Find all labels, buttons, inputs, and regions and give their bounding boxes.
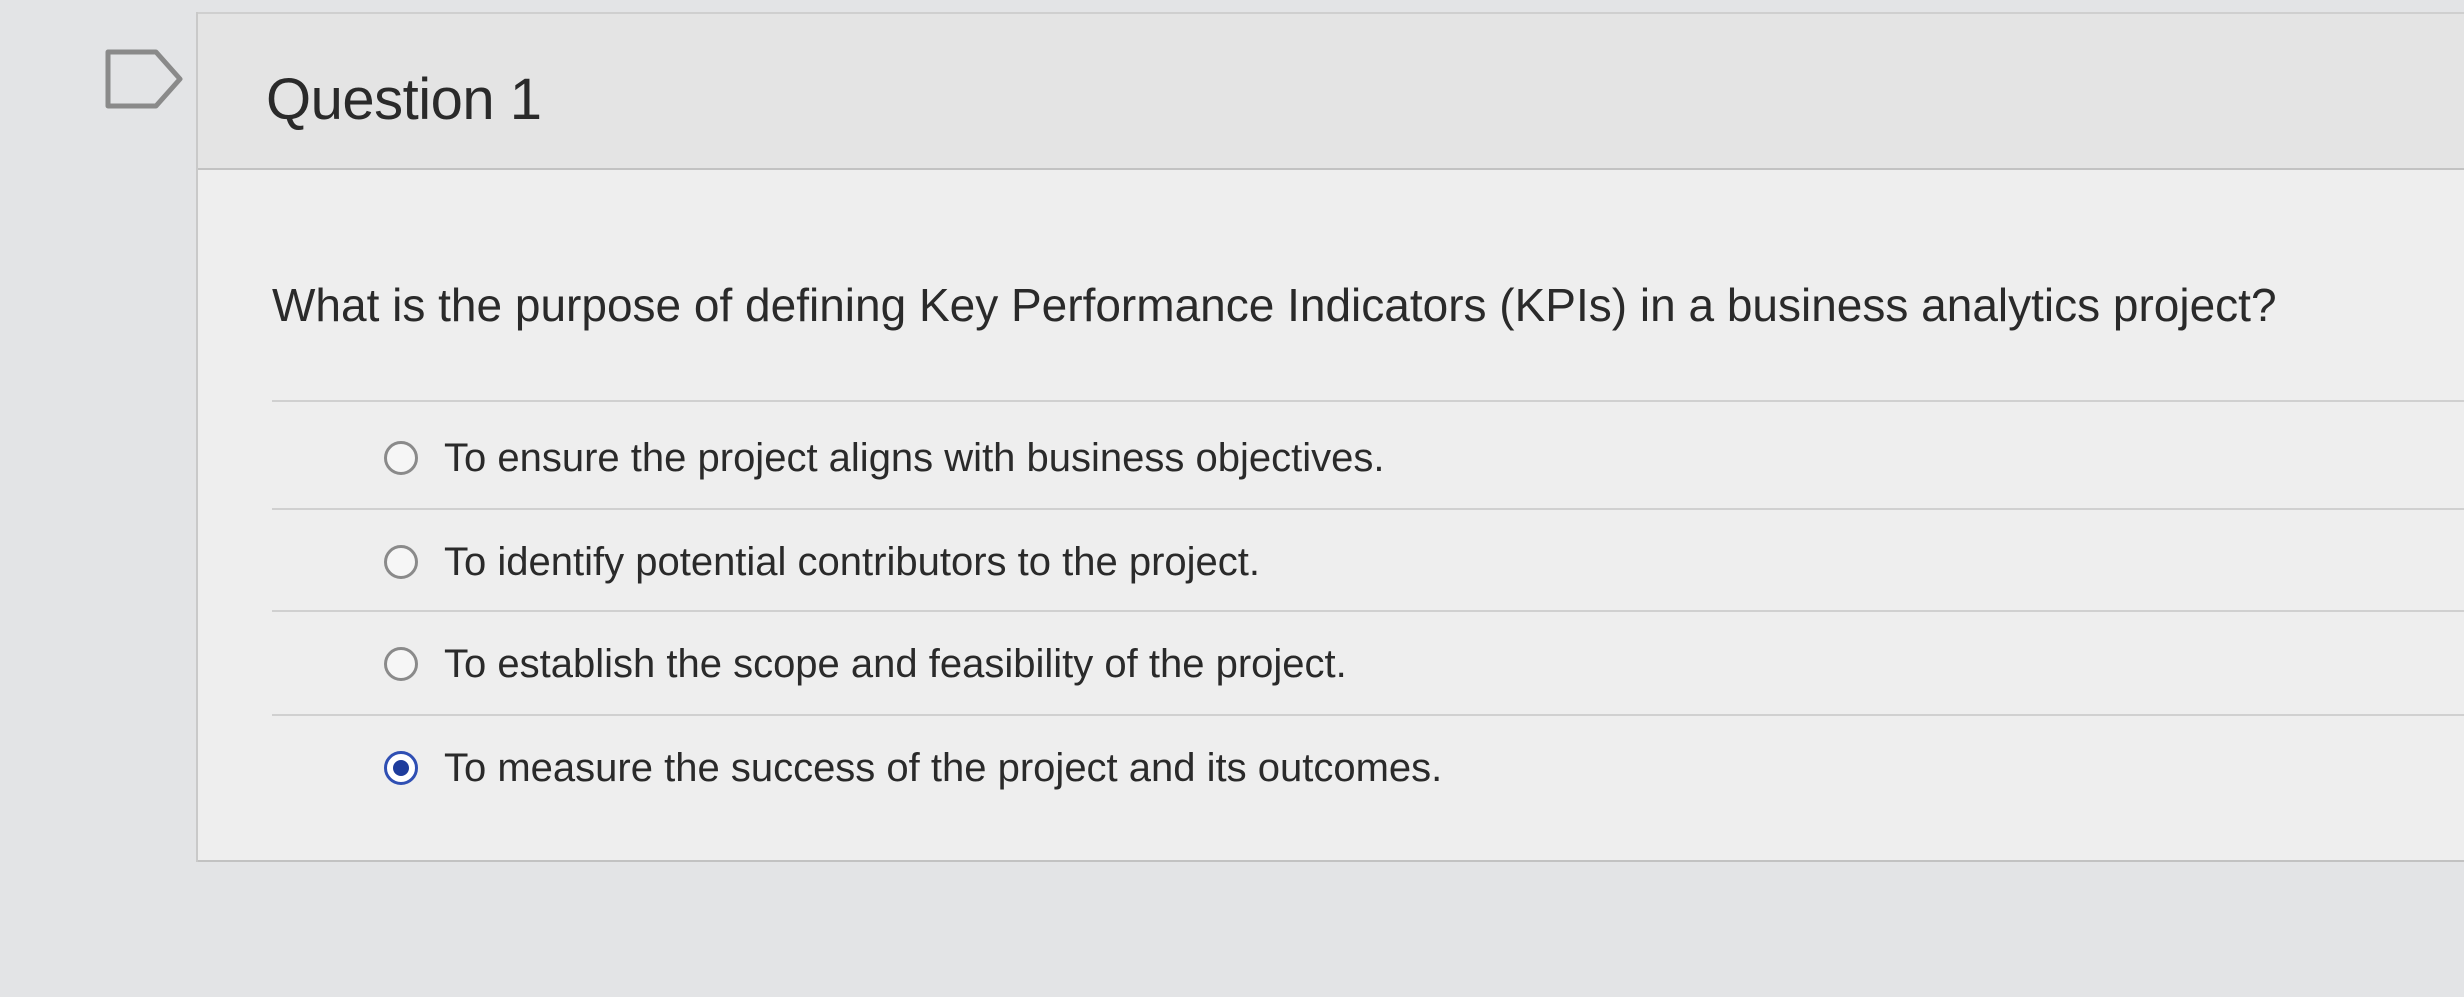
- question-header: Question 1: [198, 12, 2464, 170]
- radio-button[interactable]: [384, 441, 418, 475]
- divider: [272, 610, 2464, 612]
- answer-option-4[interactable]: To measure the success of the project an…: [272, 728, 2372, 808]
- answer-label: To ensure the project aligns with busine…: [444, 435, 1385, 480]
- divider: [272, 508, 2464, 510]
- answer-label: To establish the scope and feasibility o…: [444, 641, 1347, 686]
- answer-label: To identify potential contributors to th…: [444, 539, 1261, 584]
- answer-option-1[interactable]: To ensure the project aligns with busine…: [272, 418, 2372, 498]
- radio-button[interactable]: [384, 545, 418, 579]
- answer-option-2[interactable]: To identify potential contributors to th…: [272, 522, 2372, 602]
- question-card: Question 1 What is the purpose of defini…: [196, 12, 2464, 862]
- flag-question-icon[interactable]: [100, 44, 190, 114]
- radio-button-selected[interactable]: [384, 751, 418, 785]
- question-prompt: What is the purpose of defining Key Perf…: [272, 279, 2277, 331]
- answer-label: To measure the success of the project an…: [444, 745, 1443, 790]
- divider: [272, 400, 2464, 402]
- question-body: What is the purpose of defining Key Perf…: [198, 170, 2464, 862]
- question-title: Question 1: [266, 67, 542, 132]
- divider: [272, 714, 2464, 716]
- radio-button[interactable]: [384, 647, 418, 681]
- answer-option-3[interactable]: To establish the scope and feasibility o…: [272, 624, 2372, 704]
